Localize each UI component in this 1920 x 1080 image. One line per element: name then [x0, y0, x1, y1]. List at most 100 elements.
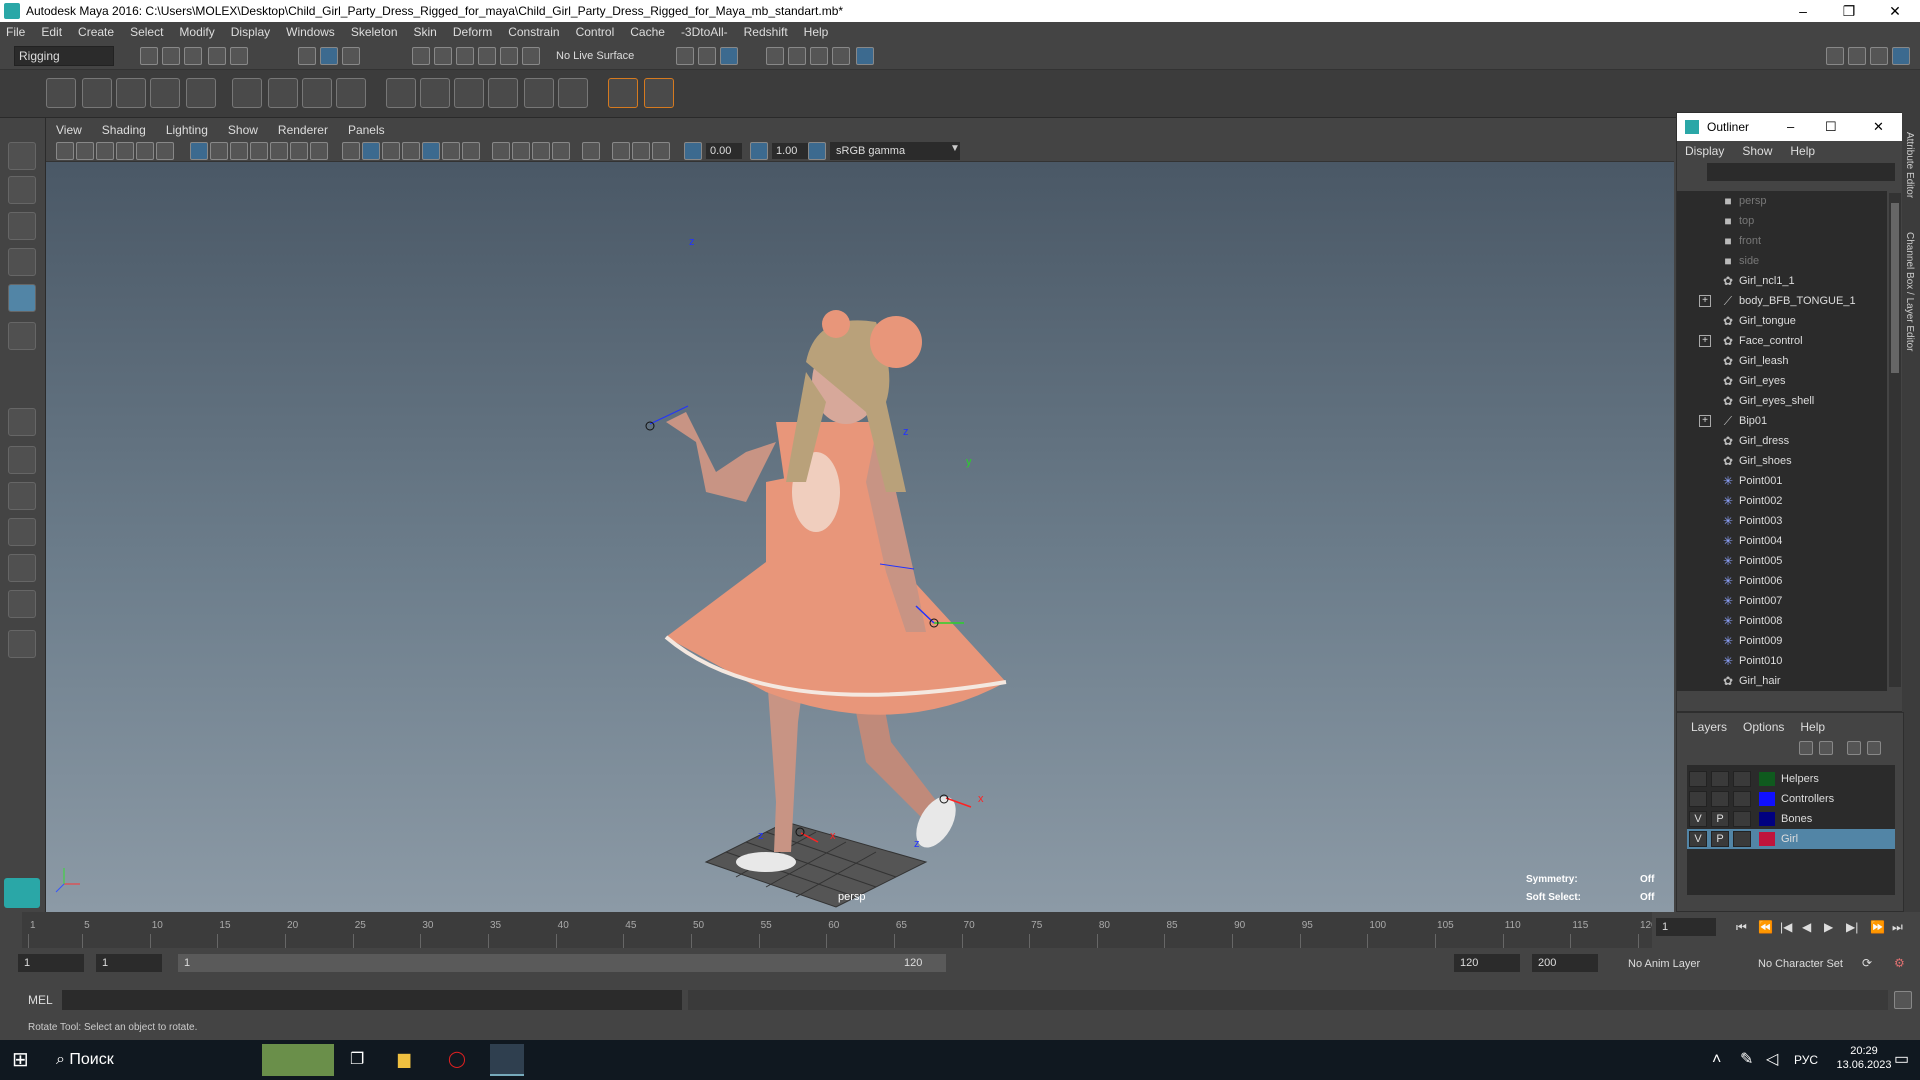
- layer-color-swatch[interactable]: [1759, 832, 1775, 846]
- outliner-item[interactable]: ✳ Point001: [1677, 471, 1887, 491]
- menu-file[interactable]: File: [6, 25, 25, 39]
- layer-display-toggle[interactable]: [1733, 831, 1751, 847]
- layer-visibility-toggle[interactable]: V: [1689, 831, 1707, 847]
- menu-windows[interactable]: Windows: [286, 25, 335, 39]
- lattice-icon[interactable]: [268, 78, 298, 108]
- outliner-item[interactable]: ✿ Girl_eyes_shell: [1677, 391, 1887, 411]
- ik-spline-icon[interactable]: [150, 78, 180, 108]
- play-backward-icon[interactable]: ◀: [1802, 920, 1811, 934]
- textured-icon[interactable]: [402, 142, 420, 160]
- outliner-item[interactable]: ✿ Girl_tongue: [1677, 311, 1887, 331]
- move-layer-up-icon[interactable]: [1799, 741, 1813, 755]
- high-quality-icon[interactable]: [652, 142, 670, 160]
- custom-layout-icon[interactable]: [8, 630, 36, 658]
- go-to-start-icon[interactable]: ⏮: [1736, 920, 1747, 935]
- animation-preferences-icon[interactable]: ⚙: [1894, 956, 1905, 970]
- menu-constrain[interactable]: Constrain: [508, 25, 559, 39]
- file-explorer-icon[interactable]: ▆: [398, 1044, 422, 1076]
- layer-visibility-toggle[interactable]: [1689, 771, 1707, 787]
- outliner-item[interactable]: ✳ Point007: [1677, 591, 1887, 611]
- insert-joint-icon[interactable]: [82, 78, 112, 108]
- outliner-item[interactable]: ✳ Point010: [1677, 651, 1887, 671]
- construction-history-icon[interactable]: [720, 47, 738, 65]
- select-component-icon[interactable]: [342, 47, 360, 65]
- menu-cache[interactable]: Cache: [630, 25, 665, 39]
- layer-playback-toggle[interactable]: P: [1711, 811, 1729, 827]
- layer-visibility-toggle[interactable]: [1689, 791, 1707, 807]
- select-hierarchy-icon[interactable]: [298, 47, 316, 65]
- menu-set-dropdown[interactable]: Rigging: [14, 46, 114, 66]
- viewport-menu-view[interactable]: View: [56, 123, 82, 137]
- outliner-scrollbar[interactable]: [1889, 193, 1901, 687]
- field-chart-icon[interactable]: [270, 142, 288, 160]
- resolution-gate-icon[interactable]: [230, 142, 248, 160]
- joint-orient-icon[interactable]: [644, 78, 674, 108]
- outliner-minimize-button[interactable]: –: [1787, 119, 1794, 134]
- outliner-item[interactable]: ■ side: [1677, 251, 1887, 271]
- snap-grid-icon[interactable]: [412, 47, 430, 65]
- image-plane-icon[interactable]: [116, 142, 134, 160]
- expand-icon[interactable]: +: [1699, 415, 1711, 427]
- select-object-icon[interactable]: [320, 47, 338, 65]
- menu-modify[interactable]: Modify: [179, 25, 214, 39]
- animation-start-field[interactable]: 1: [18, 954, 84, 972]
- outliner-item[interactable]: ■ top: [1677, 211, 1887, 231]
- close-button[interactable]: ✕: [1872, 0, 1918, 22]
- snap-point-icon[interactable]: [456, 47, 474, 65]
- outliner-item[interactable]: ■ persp: [1677, 191, 1887, 211]
- point-constraint-icon[interactable]: [420, 78, 450, 108]
- undo-icon[interactable]: [208, 47, 226, 65]
- grid-toggle-icon[interactable]: [190, 142, 208, 160]
- smooth-shade-icon[interactable]: [362, 142, 380, 160]
- parent-constraint-icon[interactable]: [386, 78, 416, 108]
- maya-taskbar-icon[interactable]: [490, 1044, 524, 1076]
- shadows-icon[interactable]: [442, 142, 460, 160]
- color-management-icon[interactable]: [808, 142, 826, 160]
- pole-vector-icon[interactable]: [558, 78, 588, 108]
- outliner-item[interactable]: + ⟋ Bip01: [1677, 411, 1887, 431]
- input-ops-icon[interactable]: [676, 47, 694, 65]
- bookmark-icon[interactable]: [96, 142, 114, 160]
- go-to-end-icon[interactable]: ⏭: [1892, 920, 1903, 935]
- scale-tool-icon[interactable]: [8, 322, 36, 350]
- pen-icon[interactable]: ✎: [1740, 1044, 1760, 1076]
- layer-color-swatch[interactable]: [1759, 792, 1775, 806]
- new-layer-selected-icon[interactable]: [1867, 741, 1881, 755]
- safe-title-icon[interactable]: [310, 142, 328, 160]
- wireframe-on-shaded-icon[interactable]: [382, 142, 400, 160]
- layer-menu-options[interactable]: Options: [1743, 720, 1784, 734]
- outliner-item[interactable]: ✿ Girl_eyes: [1677, 371, 1887, 391]
- time-slider[interactable]: 1 5 10 15 20 25 30 35 40 45 50 55 60 65 70 75 80 85 90 95 10…: [22, 912, 1657, 948]
- tray-chevron-icon[interactable]: ˄: [1712, 1044, 1732, 1076]
- menu-display[interactable]: Display: [231, 25, 270, 39]
- four-view-layout-icon[interactable]: [8, 446, 36, 474]
- mel-label[interactable]: MEL: [28, 993, 53, 1007]
- new-empty-layer-icon[interactable]: [1847, 741, 1861, 755]
- expand-icon[interactable]: +: [1699, 295, 1711, 307]
- tool-settings-toggle-icon[interactable]: [1870, 47, 1888, 65]
- single-perspective-layout-icon[interactable]: [8, 408, 36, 436]
- menu-skeleton[interactable]: Skeleton: [351, 25, 398, 39]
- outliner-item[interactable]: ✳ Point002: [1677, 491, 1887, 511]
- gamma-field[interactable]: 1.00: [772, 143, 808, 159]
- render-layout-icon[interactable]: [8, 590, 36, 618]
- modeling-toolkit-icon[interactable]: [1826, 47, 1844, 65]
- outliner-item[interactable]: ✿ Girl_hair: [1677, 671, 1887, 691]
- move-layer-down-icon[interactable]: [1819, 741, 1833, 755]
- volume-icon[interactable]: ◁: [1766, 1044, 1786, 1076]
- anim-layer-dropdown[interactable]: No Anim Layer: [1628, 958, 1700, 970]
- rotate-tool-icon[interactable]: [8, 284, 36, 312]
- layer-row[interactable]: V P Bones: [1687, 809, 1895, 829]
- menu-control[interactable]: Control: [576, 25, 615, 39]
- save-scene-icon[interactable]: [184, 47, 202, 65]
- auto-key-icon[interactable]: ⟳: [1862, 956, 1872, 970]
- outliner-item[interactable]: ✳ Point006: [1677, 571, 1887, 591]
- new-scene-icon[interactable]: [140, 47, 158, 65]
- menu-skin[interactable]: Skin: [414, 25, 437, 39]
- ipr-render-icon[interactable]: [810, 47, 828, 65]
- film-gate-icon[interactable]: [210, 142, 228, 160]
- playback-start-field[interactable]: 1: [96, 954, 162, 972]
- locator-icon[interactable]: [608, 78, 638, 108]
- outliner-item[interactable]: ■ front: [1677, 231, 1887, 251]
- move-tool-icon[interactable]: [8, 248, 36, 276]
